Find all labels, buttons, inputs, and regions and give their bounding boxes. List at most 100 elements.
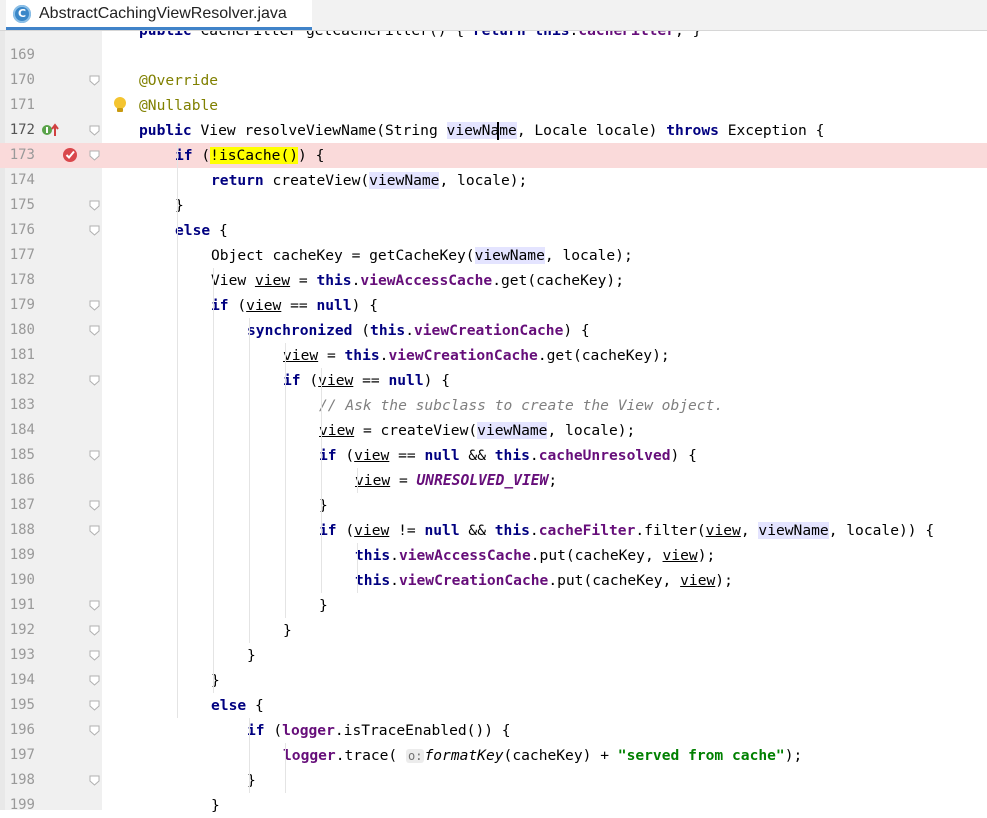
fold-marker-icon[interactable] [89,300,100,311]
code-line[interactable]: 180 synchronized (this.viewCreationCache)… [0,318,987,343]
code-line[interactable]: 189 this.viewAccessCache.put(cacheKey, vi… [0,543,987,568]
code-token: = createView( [354,422,478,439]
code-token: this [370,322,406,339]
code-token: , [740,522,759,539]
code-line[interactable]: 199} [0,793,987,818]
fold-marker-icon[interactable] [89,225,100,236]
fold-marker-icon[interactable] [89,200,100,211]
code-token: . [390,547,399,564]
code-text: if (view != null && this.cacheFilter.fil… [319,518,934,543]
fold-marker-icon[interactable] [89,125,100,136]
code-line[interactable]: 184 view = createView(viewName, locale); [0,418,987,443]
code-line[interactable]: 176 else { [0,218,987,243]
code-line[interactable]: 175} [0,193,987,218]
fold-marker-icon[interactable] [89,650,100,661]
line-number: 184 [9,422,35,438]
fold-marker-icon[interactable] [89,375,100,386]
code-line[interactable]: 195 else { [0,693,987,718]
code-token: else [211,697,255,714]
code-line[interactable]: 169 [0,43,987,68]
code-token: throws [666,122,728,139]
code-line[interactable]: 192} [0,618,987,643]
fold-marker-icon[interactable] [89,700,100,711]
code-token: ); [697,547,716,564]
code-line[interactable]: 186 view = UNRESOLVED_VIEW; [0,468,987,493]
code-token: ); [784,747,803,764]
fold-marker-icon[interactable] [89,525,100,536]
code-line[interactable]: 172 public View resolveViewName(String vi… [0,118,987,143]
code-token: view [283,347,319,364]
fold-marker-icon[interactable] [89,325,100,336]
code-token: } [211,797,220,814]
code-line[interactable]: 196 if (logger.isTraceEnabled()) { [0,718,987,743]
breakpoint-icon[interactable] [63,147,79,163]
fold-marker-icon[interactable] [89,725,100,736]
indent-guide [285,743,286,793]
code-line[interactable]: 183 // Ask the subclass to create the Vie… [0,393,987,418]
code-line[interactable]: 191} [0,593,987,618]
code-token: ( [345,522,355,539]
line-number: 173 [9,147,35,163]
code-line[interactable]: 173 if (!isCache()) { [0,143,987,168]
code-line[interactable]: 188 if (view != null && this.cacheFilter.… [0,518,987,543]
code-text: view = UNRESOLVED_VIEW; [355,468,557,493]
code-line[interactable]: 174 return createView(viewName, locale); [0,168,987,193]
code-line[interactable]: 171 @Nullable [0,93,987,118]
code-line[interactable]: 177 Object cacheKey = getCacheKey(viewNam… [0,243,987,268]
code-token: logger [282,722,335,739]
code-token: && [468,522,495,539]
code-token: view [355,472,391,489]
fold-marker-icon[interactable] [89,775,100,786]
code-token: ( [201,147,211,164]
code-line[interactable]: 178 View view = this.viewAccessCache.get(… [0,268,987,293]
code-token: .put(cacheKey, [548,572,681,589]
code-line[interactable]: 198} [0,768,987,793]
line-number: 193 [9,647,35,663]
fold-marker-icon[interactable] [89,600,100,611]
code-token: logger [283,747,336,764]
code-token: .get(cacheKey); [537,347,670,364]
code-text: if (logger.isTraceEnabled()) { [247,718,511,743]
code-line[interactable]: 179 if (view == null) { [0,293,987,318]
code-line[interactable]: 185 if (view == null && this.cacheUnresol… [0,443,987,468]
code-token: , locale); [439,172,528,189]
code-line[interactable]: 193} [0,643,987,668]
code-token: , Locale locale) [516,122,667,139]
code-token: null [316,297,352,314]
tab-abstract-caching-view-resolver[interactable]: C AbstractCachingViewResolver.java [6,0,312,30]
line-number: 190 [9,572,35,588]
fold-marker-icon[interactable] [89,450,100,461]
code-line[interactable]: 170 @Override [0,68,987,93]
fold-marker-icon[interactable] [89,625,100,636]
code-token: viewCreationCache [413,322,564,339]
code-token: this [316,272,352,289]
line-number: 174 [9,172,35,188]
code-line[interactable]: 197 logger.trace( o: formatKey(cacheKey) +… [0,743,987,768]
code-text: public View resolveViewName(String viewN… [139,118,824,143]
code-line[interactable]: 187} [0,493,987,518]
line-number: 181 [9,347,35,363]
code-line[interactable]: 182 if (view == null) { [0,368,987,393]
line-number: 191 [9,597,35,613]
fold-marker-icon[interactable] [89,75,100,86]
code-token: viewName [477,422,548,439]
code-token: View [211,272,255,289]
fold-marker-icon[interactable] [89,150,100,161]
code-text: } [283,618,292,643]
code-token: { [218,222,228,239]
code-token: this [494,447,530,464]
code-token: , locale)) { [828,522,935,539]
code-line[interactable]: 190 this.viewCreationCache.put(cacheKey, … [0,568,987,593]
code-token: if [211,297,238,314]
code-token: ( [273,722,283,739]
implements-method-icon[interactable] [41,123,61,139]
code-text: if (view == null && this.cacheUnresolved… [319,443,697,468]
code-token: . [390,572,399,589]
code-line[interactable]: 181 view = this.viewCreationCache.get(cac… [0,343,987,368]
fold-marker-icon[interactable] [89,500,100,511]
fold-marker-icon[interactable] [89,675,100,686]
code-token: view [254,272,291,289]
code-token: View resolveViewName(String [200,122,447,139]
intention-bulb-icon[interactable] [112,96,128,114]
code-line[interactable]: 194} [0,668,987,693]
